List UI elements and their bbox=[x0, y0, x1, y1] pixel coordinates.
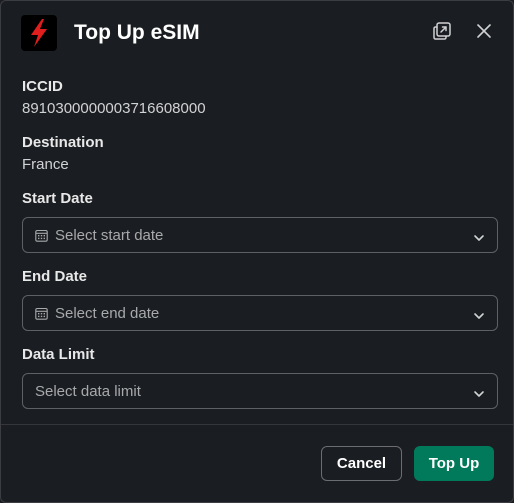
start-date-picker[interactable]: Select start date bbox=[22, 217, 498, 253]
top-up-button[interactable]: Top Up bbox=[414, 446, 494, 481]
destination-label: Destination bbox=[22, 134, 104, 151]
calendar-icon bbox=[35, 229, 48, 242]
start-date-label: Start Date bbox=[22, 190, 93, 207]
start-date-placeholder: Select start date bbox=[55, 227, 164, 244]
open-in-window-icon bbox=[432, 21, 452, 46]
calendar-icon bbox=[35, 307, 48, 320]
cancel-button[interactable]: Cancel bbox=[321, 446, 402, 481]
destination-value: France bbox=[22, 156, 69, 173]
data-limit-placeholder: Select data limit bbox=[35, 383, 141, 400]
dialog-header: Top Up eSIM bbox=[1, 1, 513, 65]
chevron-down-icon bbox=[473, 308, 485, 319]
dialog-title: Top Up eSIM bbox=[74, 21, 200, 44]
close-icon bbox=[476, 23, 492, 44]
iccid-label: ICCID bbox=[22, 78, 63, 95]
close-button[interactable] bbox=[472, 21, 496, 45]
open-in-window-button[interactable] bbox=[430, 21, 454, 45]
chevron-down-icon bbox=[473, 386, 485, 397]
chevron-down-icon bbox=[473, 230, 485, 241]
footer-divider bbox=[1, 424, 513, 425]
data-limit-label: Data Limit bbox=[22, 346, 95, 363]
top-up-esim-dialog: Top Up eSIM ICCID 8910300000003716608000… bbox=[0, 0, 514, 503]
iccid-value: 8910300000003716608000 bbox=[22, 100, 206, 117]
end-date-placeholder: Select end date bbox=[55, 305, 160, 322]
end-date-picker[interactable]: Select end date bbox=[22, 295, 498, 331]
data-limit-select[interactable]: Select data limit bbox=[22, 373, 498, 409]
lightning-bolt-icon bbox=[21, 15, 57, 51]
end-date-label: End Date bbox=[22, 268, 88, 285]
